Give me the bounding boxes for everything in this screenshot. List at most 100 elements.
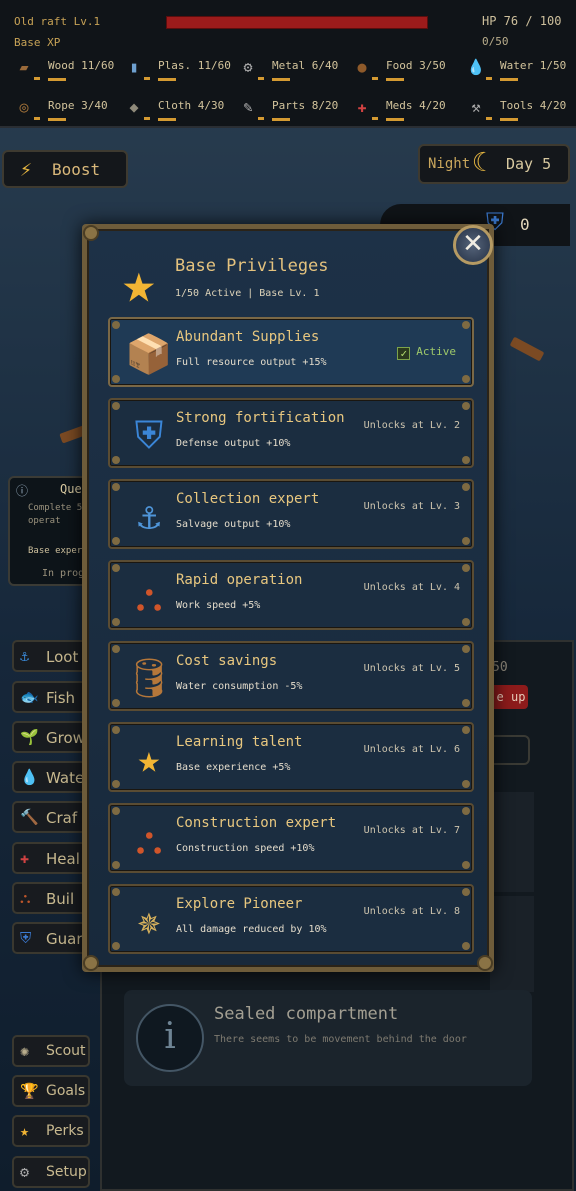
side-button-loot[interactable]: ⚓ Loot xyxy=(12,640,90,672)
privilege-card[interactable]: ⛨ Strong fortification Defense output +10%… xyxy=(108,398,474,468)
privilege-name: Rapid operation xyxy=(176,572,303,588)
side-button-grow[interactable]: 🌱 Grow xyxy=(12,721,90,753)
privilege-card[interactable]: 📦 Abundant Supplies Full resource output +… xyxy=(108,317,474,387)
card-rivet xyxy=(112,780,120,788)
side-button-label: Heal xyxy=(46,850,80,868)
resource-bar xyxy=(48,118,66,121)
resource-bar xyxy=(386,78,404,81)
card-rivet xyxy=(462,807,470,815)
unlock-status: Unlocks at Lv. 2 xyxy=(363,420,460,431)
privilege-desc: Construction speed +10% xyxy=(176,843,315,854)
compass-icon: ✺ xyxy=(20,1042,30,1060)
shield-value: 0 xyxy=(520,215,530,234)
unlock-status: Unlocks at Lv. 3 xyxy=(363,501,460,512)
side-button-guar[interactable]: ⛨ Guar xyxy=(12,922,90,954)
side-button-label: Craf xyxy=(46,809,78,827)
resource-label: Plas. 11/60 xyxy=(158,59,231,72)
wrench-parts-icon: ✎ xyxy=(243,98,253,116)
star-icon: ★ xyxy=(137,737,161,781)
resource-label: Cloth 4/30 xyxy=(158,99,225,112)
resource-item: ◆ Cloth 4/30 xyxy=(124,95,239,125)
meat-icon: ● xyxy=(357,58,367,76)
card-rivet xyxy=(112,537,120,545)
privilege-card[interactable]: ⚓ Collection expert Salvage output +10% Unl… xyxy=(108,479,474,549)
privilege-card[interactable]: ✵ Explore Pioneer All damage reduced by 10… xyxy=(108,884,474,954)
resource-pip xyxy=(34,77,40,80)
hp-bar xyxy=(166,16,428,29)
resource-pip xyxy=(144,117,150,120)
card-rivet xyxy=(462,780,470,788)
unlock-status: Unlocks at Lv. 6 xyxy=(363,744,460,755)
close-button[interactable]: ✕ xyxy=(453,225,493,265)
gear-icon: ⚙ xyxy=(243,58,253,76)
boost-button[interactable]: ⚡ Boost xyxy=(2,150,128,188)
privilege-name: Learning talent xyxy=(176,734,303,750)
privilege-desc: Water consumption -5% xyxy=(176,681,303,692)
shield-icon: ⛨ xyxy=(20,929,32,947)
side-button-buil[interactable]: ⛬ Buil xyxy=(12,882,90,914)
resource-bar xyxy=(500,78,518,81)
resource-bar xyxy=(158,78,176,81)
quest-desc-line1: Complete 5 xyxy=(28,503,83,513)
side-button-setup[interactable]: ⚙ Setup xyxy=(12,1156,90,1188)
barrel-icon: 🛢 xyxy=(124,656,174,700)
privilege-card[interactable]: ★ Learning talent Base experience +5% Unloc… xyxy=(108,722,474,792)
side-button-fish[interactable]: 🐟 Fish xyxy=(12,681,90,713)
unlock-status: Unlocks at Lv. 7 xyxy=(363,825,460,836)
side-button-label: Fish xyxy=(46,689,76,707)
card-rivet xyxy=(112,402,120,410)
side-button-craf[interactable]: 🔨 Craf xyxy=(12,801,90,833)
resource-pip xyxy=(372,77,378,80)
side-button-scout[interactable]: ✺ Scout xyxy=(12,1035,90,1067)
card-rivet xyxy=(462,564,470,572)
card-rivet xyxy=(462,888,470,896)
card-rivet xyxy=(462,375,470,383)
resource-bar xyxy=(272,78,290,81)
resource-pip xyxy=(144,77,150,80)
quest-base-label: Base exper xyxy=(28,546,83,556)
checkmark-icon: ✓ xyxy=(397,347,411,360)
panel-slot[interactable] xyxy=(490,735,530,765)
side-button-label: Loot xyxy=(46,648,79,666)
active-status: ✓ Active xyxy=(397,345,456,360)
card-rivet xyxy=(462,618,470,626)
water-drop-icon: 💧 xyxy=(20,768,39,786)
resource-pip xyxy=(486,77,492,80)
floating-wood xyxy=(509,336,545,362)
side-button-goals[interactable]: 🏆 Goals xyxy=(12,1075,90,1107)
privilege-card[interactable]: ⛬ Construction expert Construction speed +… xyxy=(108,803,474,873)
side-button-wate[interactable]: 💧 Wate xyxy=(12,761,90,793)
resource-pip xyxy=(372,117,378,120)
card-rivet xyxy=(462,537,470,545)
bottle-icon: ▮ xyxy=(129,58,139,76)
privilege-desc: Salvage output +10% xyxy=(176,519,291,530)
unlock-status: Unlocks at Lv. 5 xyxy=(363,663,460,674)
compass-icon: ✵ xyxy=(137,899,161,943)
level-up-button[interactable]: e up xyxy=(494,685,528,709)
privilege-card[interactable]: ⛬ Rapid operation Work speed +5% Unlocks at… xyxy=(108,560,474,630)
card-rivet xyxy=(112,456,120,464)
card-rivet xyxy=(112,942,120,950)
sealed-compartment-card[interactable]: i Sealed compartment There seems to be m… xyxy=(124,990,532,1086)
resource-item: ⚒ Tools 4/20 xyxy=(466,95,576,125)
resource-label: Tools 4/20 xyxy=(500,99,567,112)
side-button-label: Goals xyxy=(46,1083,86,1099)
resource-label: Meds 4/20 xyxy=(386,99,446,112)
sealed-desc: There seems to be movement behind the do… xyxy=(214,1034,467,1045)
resource-item: ✎ Parts 8/20 xyxy=(238,95,353,125)
privilege-desc: All damage reduced by 10% xyxy=(176,924,327,935)
active-count: 1/50 Active xyxy=(175,288,242,299)
card-rivet xyxy=(112,618,120,626)
card-rivet xyxy=(462,699,470,707)
lightning-icon: ⚡ xyxy=(20,157,33,181)
card-rivet xyxy=(112,645,120,653)
subtitle-separator: | xyxy=(247,288,254,299)
trophy-icon: 🏆 xyxy=(20,1082,39,1100)
side-button-perks[interactable]: ★ Perks xyxy=(12,1115,90,1147)
scaffold-icon: ⛬ xyxy=(135,575,163,619)
side-button-heal[interactable]: ✚ Heal xyxy=(12,842,90,874)
side-button-label: Wate xyxy=(46,769,85,787)
card-rivet xyxy=(462,402,470,410)
resource-label: Wood 11/60 xyxy=(48,59,115,72)
privilege-card[interactable]: 🛢 Cost savings Water consumption -5% Unlock… xyxy=(108,641,474,711)
